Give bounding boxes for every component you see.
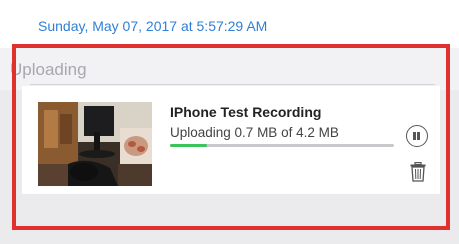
upload-screen: Sunday, May 07, 2017 at 5:57:29 AM Uploa… — [0, 0, 459, 244]
recording-title: IPhone Test Recording — [170, 104, 322, 120]
timestamp-link[interactable]: Sunday, May 07, 2017 at 5:57:29 AM — [38, 18, 267, 34]
trash-icon — [410, 161, 426, 182]
divider — [30, 84, 435, 85]
thumbnail-image — [38, 102, 152, 186]
upload-progress-fill — [170, 144, 208, 147]
video-thumbnail[interactable] — [38, 102, 152, 186]
upload-status: Uploading 0.7 MB of 4.2 MB — [170, 125, 339, 140]
delete-button[interactable] — [410, 161, 426, 182]
pause-button[interactable] — [406, 125, 428, 147]
upload-progress-bar — [170, 144, 394, 147]
section-title: Uploading — [10, 60, 87, 79]
